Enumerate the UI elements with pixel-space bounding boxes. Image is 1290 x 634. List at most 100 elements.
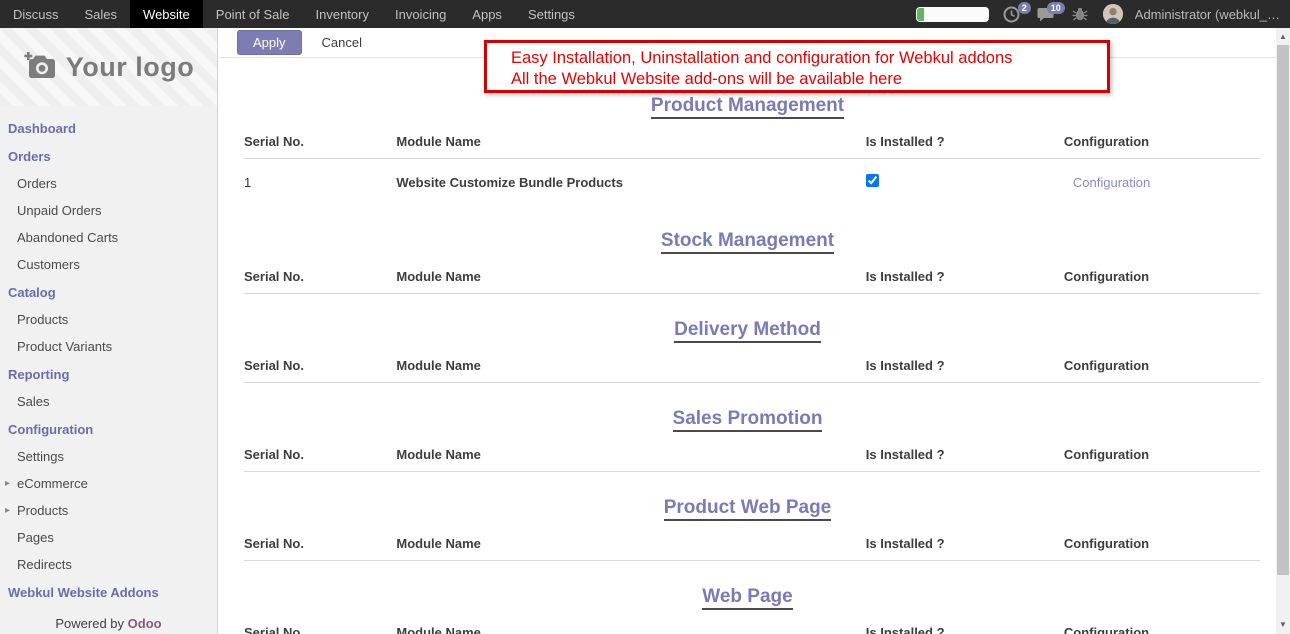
- sidebar-item-abandoned-carts[interactable]: Abandoned Carts: [0, 224, 217, 251]
- nav-item-apps[interactable]: Apps: [459, 0, 515, 28]
- sidebar-item-pages[interactable]: Pages: [0, 524, 217, 551]
- sidebar-item-label: Settings: [17, 449, 64, 464]
- nav-item-discuss[interactable]: Discuss: [0, 0, 72, 28]
- column-header-is-installed: Is Installed ?: [866, 264, 1064, 294]
- column-header-configuration: Configuration: [1064, 620, 1260, 634]
- section-title-link[interactable]: Product Web Page: [664, 497, 832, 521]
- scroll-down-icon[interactable]: ▼: [1276, 618, 1290, 632]
- sidebar-item-customers[interactable]: Customers: [0, 251, 217, 278]
- sidebar-item-label: Product Variants: [17, 339, 112, 354]
- chevron-right-icon: ▸: [5, 478, 17, 489]
- nav-item-invoicing[interactable]: Invoicing: [382, 0, 459, 28]
- bug-icon[interactable]: [1069, 5, 1091, 23]
- section-delivery-method: Delivery Method Serial No.Module NameIs …: [219, 318, 1276, 383]
- sidebar-item-label: Orders: [17, 176, 57, 191]
- sidebar-heading-webkul-website-addons[interactable]: Webkul Website Addons: [0, 578, 217, 606]
- chevron-right-icon: ▸: [5, 505, 17, 516]
- sidebar-item-orders[interactable]: Orders: [0, 170, 217, 197]
- column-header-serial-no: Serial No.: [244, 264, 396, 294]
- sidebar-heading-configuration[interactable]: Configuration: [0, 415, 217, 443]
- sidebar-item-ecommerce[interactable]: ▸eCommerce: [0, 470, 217, 497]
- module-table: Serial No.Module NameIs Installed ?Confi…: [244, 442, 1260, 472]
- main-content: Apply Cancel Easy Installation, Uninstal…: [219, 28, 1276, 634]
- nav-item-point-of-sale[interactable]: Point of Sale: [203, 0, 303, 28]
- installed-checkbox[interactable]: [866, 174, 879, 187]
- sidebar-item-redirects[interactable]: Redirects: [0, 551, 217, 578]
- cancel-button[interactable]: Cancel: [322, 35, 362, 50]
- sidebar-item-product-variants[interactable]: Product Variants: [0, 333, 217, 360]
- navbar-menu: DiscussSalesWebsitePoint of SaleInventor…: [0, 0, 588, 28]
- sidebar-item-label: Pages: [17, 530, 54, 545]
- sidebar-item-sales[interactable]: Sales: [0, 388, 217, 415]
- column-header-module-name: Module Name: [396, 531, 865, 561]
- column-header-module-name: Module Name: [396, 620, 865, 634]
- chat-icon[interactable]: 10: [1035, 5, 1057, 23]
- installed-cell: [866, 159, 1064, 206]
- sidebar-heading-orders[interactable]: Orders: [0, 142, 217, 170]
- sidebar-item-products[interactable]: ▸Products: [0, 497, 217, 524]
- clock-icon[interactable]: 2: [1001, 5, 1023, 23]
- section-title-link[interactable]: Sales Promotion: [673, 408, 823, 432]
- user-menu[interactable]: Administrator (webkul_…: [1135, 7, 1280, 22]
- logo-area[interactable]: Your logo: [0, 28, 217, 106]
- column-header-configuration: Configuration: [1064, 353, 1260, 383]
- odoo-brand-link[interactable]: Odoo: [128, 616, 162, 631]
- nav-item-website[interactable]: Website: [130, 0, 203, 28]
- serial-cell: 1: [244, 159, 396, 206]
- sidebar-nav: DashboardOrdersOrdersUnpaid OrdersAbando…: [0, 106, 217, 606]
- section-title-link[interactable]: Delivery Method: [674, 319, 821, 343]
- column-header-is-installed: Is Installed ?: [866, 129, 1064, 159]
- column-header-is-installed: Is Installed ?: [866, 620, 1064, 634]
- powered-by-label: Powered by: [55, 616, 124, 631]
- message-badge: 10: [1047, 2, 1065, 14]
- top-navbar: DiscussSalesWebsitePoint of SaleInventor…: [0, 0, 1290, 28]
- sidebar-item-unpaid-orders[interactable]: Unpaid Orders: [0, 197, 217, 224]
- logo-text: Your logo: [66, 52, 194, 83]
- column-header-module-name: Module Name: [396, 264, 865, 294]
- scrollbar-thumb[interactable]: [1277, 45, 1289, 575]
- nav-item-inventory[interactable]: Inventory: [303, 0, 382, 28]
- systray-progress[interactable]: [916, 7, 989, 22]
- sidebar-item-label: Products: [17, 312, 68, 327]
- module-table: Serial No.Module NameIs Installed ?Confi…: [244, 129, 1260, 205]
- sidebar-heading-catalog[interactable]: Catalog: [0, 278, 217, 306]
- column-header-configuration: Configuration: [1064, 531, 1260, 561]
- sidebar-item-label: Customers: [17, 257, 80, 272]
- column-header-serial-no: Serial No.: [244, 442, 396, 472]
- column-header-configuration: Configuration: [1064, 129, 1260, 159]
- configuration-link[interactable]: Configuration: [1073, 175, 1150, 190]
- progress-fill: [917, 8, 924, 21]
- column-header-is-installed: Is Installed ?: [866, 353, 1064, 383]
- module-table: Serial No.Module NameIs Installed ?Confi…: [244, 264, 1260, 294]
- section-product-web-page: Product Web Page Serial No.Module NameIs…: [219, 496, 1276, 561]
- column-header-is-installed: Is Installed ?: [866, 442, 1064, 472]
- navbar-systray: 2 10 Administrator (webkul_…: [916, 0, 1290, 28]
- camera-icon: [23, 51, 57, 84]
- section-title-link[interactable]: Stock Management: [661, 230, 834, 254]
- sidebar-item-products[interactable]: Products: [0, 306, 217, 333]
- section-stock-management: Stock Management Serial No.Module NameIs…: [219, 229, 1276, 294]
- column-header-configuration: Configuration: [1064, 264, 1260, 294]
- scroll-up-icon[interactable]: ▲: [1276, 30, 1290, 44]
- annotation-box: Easy Installation, Uninstallation and co…: [484, 40, 1110, 93]
- sidebar-heading-dashboard[interactable]: Dashboard: [0, 114, 217, 142]
- avatar[interactable]: [1103, 4, 1123, 24]
- sidebar-item-label: Sales: [17, 394, 50, 409]
- powered-by: Powered by Odoo: [0, 616, 217, 631]
- section-title-link[interactable]: Web Page: [702, 586, 792, 610]
- section-sales-promotion: Sales Promotion Serial No.Module NameIs …: [219, 407, 1276, 472]
- sidebar-item-label: Products: [17, 503, 68, 518]
- nav-item-sales[interactable]: Sales: [72, 0, 131, 28]
- sidebar: Your logo DashboardOrdersOrdersUnpaid Or…: [0, 28, 218, 634]
- sidebar-item-settings[interactable]: Settings: [0, 443, 217, 470]
- sidebar-heading-reporting[interactable]: Reporting: [0, 360, 217, 388]
- column-header-serial-no: Serial No.: [244, 353, 396, 383]
- section-title-link[interactable]: Product Management: [651, 95, 844, 119]
- nav-item-settings[interactable]: Settings: [515, 0, 588, 28]
- configuration-cell: Configuration: [1064, 159, 1260, 206]
- sidebar-item-label: Abandoned Carts: [17, 230, 118, 245]
- column-header-is-installed: Is Installed ?: [866, 531, 1064, 561]
- vertical-scrollbar[interactable]: ▲ ▼: [1276, 28, 1290, 634]
- activity-badge: 2: [1018, 2, 1031, 14]
- apply-button[interactable]: Apply: [237, 30, 302, 55]
